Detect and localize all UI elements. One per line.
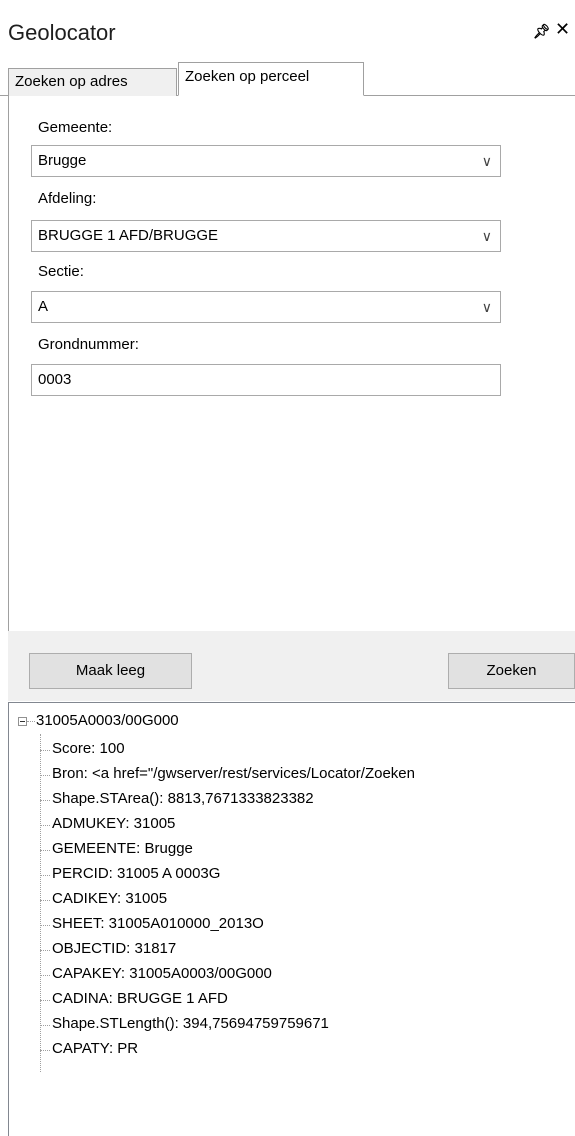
afdeling-select[interactable]: BRUGGE 1 AFD/BRUGGE ∨ xyxy=(31,220,501,252)
gemeente-select[interactable]: Brugge ∨ xyxy=(31,145,501,177)
sectie-select[interactable]: A ∨ xyxy=(31,291,501,323)
tab-zoeken-op-adres[interactable]: Zoeken op adres xyxy=(8,68,177,96)
grondnummer-input[interactable]: 0003 xyxy=(31,364,501,396)
tab-zoeken-op-perceel[interactable]: Zoeken op perceel xyxy=(178,62,364,96)
panel-title-bar: Geolocator 📌︎ ✕ xyxy=(0,0,575,60)
clear-button[interactable]: Maak leeg xyxy=(29,653,192,689)
sectie-value: A xyxy=(38,298,49,315)
close-icon[interactable]: ✕ xyxy=(555,19,570,40)
chevron-down-icon[interactable]: ∨ xyxy=(482,146,492,176)
grondnummer-label: Grondnummer: xyxy=(38,336,139,353)
tree-connector xyxy=(27,721,35,722)
afdeling-value: BRUGGE 1 AFD/BRUGGE xyxy=(38,227,219,244)
gemeente-value: Brugge xyxy=(38,152,87,169)
panel-title: Geolocator xyxy=(8,20,116,45)
gemeente-label: Gemeente: xyxy=(38,119,113,136)
chevron-down-icon[interactable]: ∨ xyxy=(482,221,492,251)
pin-icon[interactable]: 📌︎ xyxy=(533,23,551,40)
chevron-down-icon[interactable]: ∨ xyxy=(482,292,492,322)
sectie-label: Sectie: xyxy=(38,263,84,280)
tree-connector-line xyxy=(40,734,41,1072)
collapse-icon[interactable] xyxy=(18,717,27,726)
grondnummer-value: 0003 xyxy=(38,371,72,388)
afdeling-label: Afdeling: xyxy=(38,190,97,207)
tree-root-label[interactable]: 31005A0003/00G000 xyxy=(36,712,179,729)
search-button[interactable]: Zoeken xyxy=(448,653,575,689)
